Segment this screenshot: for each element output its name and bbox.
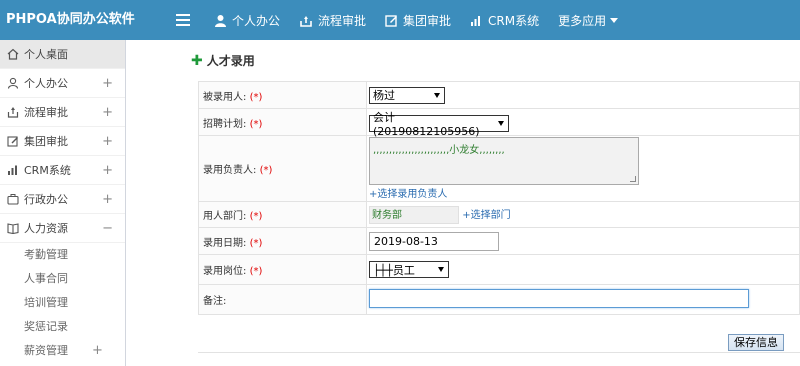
hiring-manager-textarea[interactable]: ,,,,,,,,,,,,,,,,,,,,,,,,小龙女,,,,,,,,	[369, 137, 639, 185]
sidebar-item-label: 集团审批	[24, 135, 68, 148]
edit-icon	[385, 14, 398, 27]
sidebar-subitem-salary[interactable]: 薪资管理 +	[0, 339, 125, 363]
required-mark: (*)	[259, 165, 273, 176]
position-select[interactable]: ├┼┼员工	[369, 261, 449, 278]
caret-down-icon	[610, 17, 619, 23]
field-label: 录用负责人: (*)	[198, 135, 367, 202]
top-navbar: PHPOA协同办公软件 个人办公 流程审批 集团审批 CRM系统 更多应用	[0, 0, 800, 40]
sidebar-item-label: 流程审批	[24, 106, 68, 119]
topnav-flow-approval[interactable]: 流程审批	[299, 12, 366, 29]
flow-icon	[7, 107, 19, 118]
sidebar-subitem-contracts[interactable]: 人事合同	[0, 267, 125, 291]
book-icon	[7, 223, 19, 234]
required-mark: (*)	[249, 237, 263, 249]
select-manager-link[interactable]: +选择录用负责人	[369, 185, 799, 200]
topnav-label: 个人办公	[232, 13, 281, 28]
sidebar-subitem-rewards[interactable]: 奖惩记录	[0, 315, 125, 339]
hiree-select[interactable]: 杨过	[369, 86, 445, 104]
field-label: 用人部门: (*)	[198, 201, 367, 228]
top-nav: 个人办公 流程审批 集团审批 CRM系统 更多应用	[214, 0, 637, 40]
sidebar-subitem-label: 考勤管理	[24, 248, 68, 261]
required-mark: (*)	[249, 91, 263, 103]
sidebar-item-label: CRM系统	[24, 164, 71, 177]
dropdown-arrow-icon	[438, 267, 444, 272]
expand-icon[interactable]: +	[102, 69, 113, 98]
expand-icon[interactable]: +	[92, 339, 103, 363]
sidebar-subitem-training[interactable]: 培训管理	[0, 291, 125, 315]
sidebar-item-personal-office[interactable]: 个人办公 +	[0, 69, 125, 98]
topnav-label: 流程审批	[318, 13, 367, 28]
topnav-label: CRM系统	[488, 13, 540, 28]
main-content: ✚ 人才录用 被录用人: (*) 杨过 招聘计划: (*) 会计(2019081…	[127, 40, 800, 366]
dropdown-arrow-icon	[434, 92, 440, 98]
sidebar-subitem-label: 奖惩记录	[24, 320, 68, 333]
form-row-dept: 用人部门: (*) 财务部 +选择部门	[198, 201, 800, 228]
dropdown-arrow-icon	[498, 120, 504, 126]
form-row-note: 备注:	[198, 284, 800, 315]
hire-form: 被录用人: (*) 杨过 招聘计划: (*) 会计(20190812105956…	[198, 81, 800, 315]
home-icon	[7, 48, 19, 60]
form-row-date: 录用日期: (*) 2019-08-13	[198, 227, 800, 255]
topnav-crm[interactable]: CRM系统	[470, 12, 539, 29]
hire-date-input[interactable]: 2019-08-13	[369, 231, 499, 251]
expand-icon[interactable]: +	[102, 185, 113, 214]
form-row-hiree: 被录用人: (*) 杨过	[198, 81, 800, 109]
topnav-personal-office[interactable]: 个人办公	[214, 12, 280, 29]
recruitment-plan-select[interactable]: 会计(20190812105956)	[369, 111, 509, 138]
topnav-more-apps[interactable]: 更多应用	[558, 12, 619, 29]
sidebar-subitem-label: 人事合同	[24, 272, 68, 285]
menu-toggle-icon[interactable]	[176, 14, 190, 26]
sidebar-item-label: 行政办公	[24, 193, 68, 206]
select-department-link[interactable]: +选择部门	[462, 210, 510, 221]
edit-icon	[7, 136, 18, 147]
page-title: ✚ 人才录用	[191, 52, 255, 69]
field-label: 备注:	[198, 284, 367, 315]
sidebar-subitem-label: 薪资管理	[24, 344, 68, 357]
sidebar-item-human-resources[interactable]: 人力资源 −	[0, 214, 125, 243]
sidebar: 个人桌面 个人办公 + 流程审批 + 集团审批 + CRM系统 + 行政办公 +…	[0, 40, 126, 366]
add-icon: ✚	[191, 52, 203, 69]
required-mark: (*)	[249, 266, 263, 277]
expand-icon[interactable]: +	[102, 127, 113, 156]
sidebar-item-admin-office[interactable]: 行政办公 +	[0, 185, 125, 214]
department-field: 财务部	[369, 205, 459, 224]
form-row-plan: 招聘计划: (*) 会计(20190812105956)	[198, 108, 800, 138]
sidebar-item-personal-desktop[interactable]: 个人桌面	[0, 40, 125, 69]
expand-icon[interactable]: +	[102, 156, 113, 185]
sidebar-item-label: 个人桌面	[24, 48, 68, 61]
form-row-position: 录用岗位: (*) ├┼┼员工	[198, 254, 800, 285]
sidebar-item-flow-approval[interactable]: 流程审批 +	[0, 98, 125, 127]
user-icon	[7, 77, 19, 89]
sidebar-subitem-attendance[interactable]: 考勤管理	[0, 243, 125, 267]
resize-grip-icon[interactable]	[630, 176, 636, 182]
topnav-group-approval[interactable]: 集团审批	[385, 12, 451, 29]
briefcase-icon	[7, 194, 19, 205]
topnav-more-label: 更多应用	[558, 13, 607, 28]
form-row-manager: 录用负责人: (*) ,,,,,,,,,,,,,,,,,,,,,,,,小龙女,,…	[198, 135, 800, 202]
topnav-label: 集团审批	[403, 13, 452, 28]
sidebar-item-label: 个人办公	[24, 77, 68, 90]
save-button[interactable]: 保存信息	[728, 334, 784, 351]
field-label: 录用岗位: (*)	[198, 254, 367, 285]
note-input[interactable]	[369, 288, 749, 308]
bar-chart-icon	[471, 15, 481, 26]
field-label: 招聘计划: (*)	[198, 108, 367, 136]
sidebar-item-label: 人力资源	[24, 222, 68, 235]
field-label: 录用日期: (*)	[198, 227, 367, 255]
page-title-text: 人才录用	[206, 54, 255, 68]
field-label: 被录用人: (*)	[198, 81, 367, 109]
app-title: PHPOA协同办公软件	[6, 12, 135, 27]
collapse-icon[interactable]: −	[102, 214, 113, 243]
sidebar-subitem-label: 培训管理	[24, 296, 68, 309]
flow-icon	[300, 15, 312, 27]
required-mark: (*)	[249, 118, 263, 130]
required-mark: (*)	[249, 211, 263, 222]
sidebar-item-group-approval[interactable]: 集团审批 +	[0, 127, 125, 156]
sidebar-item-crm[interactable]: CRM系统 +	[0, 156, 125, 185]
user-icon	[215, 14, 226, 27]
expand-icon[interactable]: +	[102, 98, 113, 127]
form-footer	[198, 352, 800, 366]
bar-chart-icon	[8, 165, 17, 175]
